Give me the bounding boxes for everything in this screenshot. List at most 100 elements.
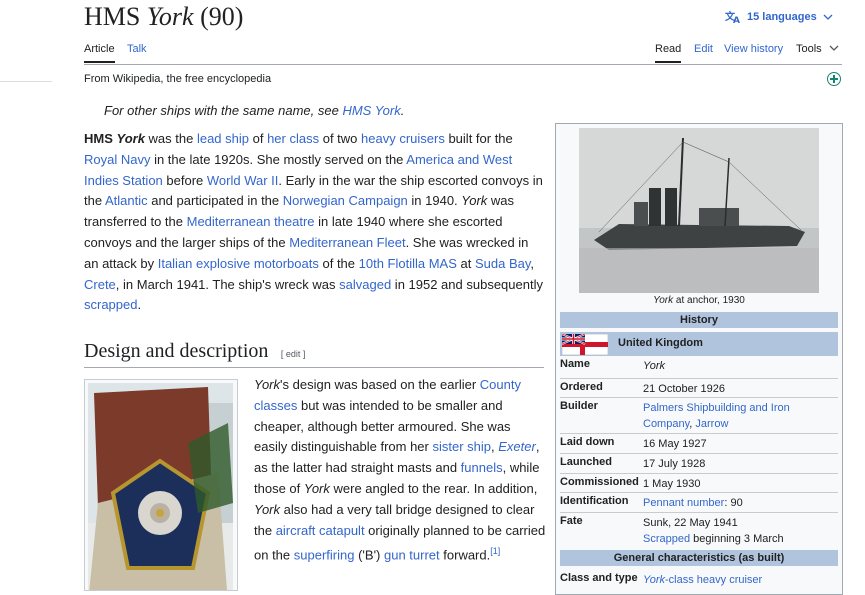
row-key: Builder [560, 400, 598, 412]
inline-link[interactable]: Royal Navy [84, 152, 150, 167]
row-key: Class and type [560, 572, 638, 584]
text-run: 1 May 1930 [643, 478, 701, 490]
text-run: and participated in the [147, 193, 283, 209]
row-key: Commissioned [560, 476, 639, 488]
row-divider [560, 397, 838, 398]
inline-link[interactable]: gun turret [384, 548, 440, 563]
image-caption: York at anchor, 1930 [556, 295, 842, 306]
tagline: From Wikipedia, the free encyclopedia [84, 73, 272, 85]
inline-link[interactable]: aircraft catapult [276, 523, 365, 538]
tools-label: Tools [796, 43, 822, 55]
row-value: Pennant number: 90 [643, 495, 793, 511]
ship-photo[interactable] [579, 128, 819, 293]
inline-link[interactable]: lead ship [197, 131, 249, 146]
inline-link[interactable]: York [643, 574, 665, 586]
row-key: Ordered [560, 381, 603, 393]
text-run: in 1940. [407, 193, 462, 209]
title-ship-name: York [146, 2, 194, 31]
title-prefix: HMS [84, 2, 141, 31]
row-value: 17 July 1928 [643, 456, 793, 472]
chevron-down-icon [823, 13, 833, 21]
row-value: York [643, 358, 793, 374]
inline-link[interactable]: Jarrow [695, 418, 728, 430]
caption-ship: York [653, 295, 674, 306]
section-title: Design and description [84, 340, 269, 362]
row-value: York-class heavy cruiser [643, 572, 833, 588]
tab-read[interactable]: Read [655, 43, 682, 63]
translate-icon: 文A [725, 10, 741, 24]
text-run: York [643, 360, 666, 372]
inline-link[interactable]: heavy cruisers [361, 131, 445, 146]
tools-menu[interactable]: Tools [796, 43, 839, 55]
inline-link[interactable]: Pennant number [643, 497, 724, 509]
history-header: History [560, 312, 838, 328]
row-key: Name [560, 358, 590, 370]
inline-link[interactable]: 10th Flotilla MAS [359, 256, 457, 271]
text-run: ('B') [354, 547, 384, 563]
hatnote-link[interactable]: HMS York [342, 103, 400, 118]
inline-link[interactable]: sister ship [432, 439, 491, 454]
design-paragraph: York's design was based on the earlier C… [254, 375, 546, 567]
text-run: HMS [84, 131, 117, 146]
row-key: Laid down [560, 436, 615, 448]
text-run: : 90 [724, 497, 743, 509]
inline-link[interactable]: -class heavy cruiser [665, 574, 762, 586]
text-run: York [116, 131, 145, 146]
tab-article[interactable]: Article [84, 43, 115, 63]
text-run: was the [144, 131, 197, 146]
row-divider [560, 512, 838, 513]
text-run: York [254, 501, 281, 517]
page-title: HMS York (90) [84, 2, 243, 32]
text-run: forward. [439, 547, 491, 563]
row-value: 21 October 1926 [643, 381, 793, 397]
inline-link[interactable]: Exeter [498, 439, 536, 454]
row-divider [560, 433, 838, 434]
text-run: , in March 1941. The ship's wreck was [115, 276, 340, 292]
hatnote-text: For other ships with the same name, see [104, 103, 343, 118]
add-icon[interactable] [827, 72, 841, 86]
text-run: . [137, 297, 142, 313]
text-run: of [249, 131, 268, 146]
country-row: United Kingdom [560, 332, 838, 356]
inline-link[interactable]: salvaged [339, 277, 391, 292]
row-key: Fate [560, 515, 583, 527]
text-run: 16 May 1927 [643, 438, 707, 450]
inline-link[interactable]: Mediterranean Fleet [289, 235, 405, 250]
tab-edit[interactable]: Edit [694, 43, 713, 55]
uk-flag-icon[interactable] [561, 333, 609, 358]
inline-link[interactable]: World War II [207, 173, 279, 188]
section-edit-link[interactable]: [ edit ] [281, 349, 306, 359]
inline-link[interactable]: Crete [84, 277, 116, 292]
inline-link[interactable]: Norwegian Campaign [283, 193, 408, 208]
inline-link[interactable]: scrapped [84, 297, 137, 312]
infobox: York at anchor, 1930 History United King… [555, 123, 843, 595]
text-run: of two [319, 131, 362, 146]
text-run: in the late 1920s. She mostly served on … [150, 151, 407, 167]
inline-link[interactable]: Scrapped [643, 533, 690, 545]
language-button[interactable]: 文A 15 languages [725, 10, 833, 24]
tab-talk[interactable]: Talk [127, 43, 147, 55]
row-divider [560, 492, 838, 493]
tab-view-history[interactable]: View history [724, 43, 783, 55]
badge-image[interactable] [84, 379, 238, 591]
row-key: Launched [560, 456, 612, 468]
inline-link[interactable]: her class [267, 131, 319, 146]
inline-link[interactable]: Suda Bay [475, 256, 530, 271]
inline-link[interactable]: funnels [461, 460, 503, 475]
inline-link[interactable]: superfiring [294, 548, 355, 563]
text-run: of the [318, 255, 359, 271]
text-run: 21 October 1926 [643, 383, 725, 395]
hatnote-suffix: . [400, 103, 405, 118]
general-characteristics-header: General characteristics (as built) [560, 550, 838, 566]
citation-link[interactable]: [1] [490, 546, 500, 556]
inline-link[interactable]: Mediterranean theatre [187, 214, 315, 229]
text-run: York [303, 480, 330, 496]
text-run: were angled to the rear. In addition, [329, 480, 538, 496]
row-divider [560, 453, 838, 454]
row-divider [560, 473, 838, 474]
row-value: 1 May 1930 [643, 476, 793, 492]
inline-link[interactable]: Atlantic [105, 193, 148, 208]
svg-text:A: A [733, 16, 740, 24]
text-run: 17 July 1928 [643, 458, 706, 470]
inline-link[interactable]: Italian explosive motorboats [158, 256, 319, 271]
